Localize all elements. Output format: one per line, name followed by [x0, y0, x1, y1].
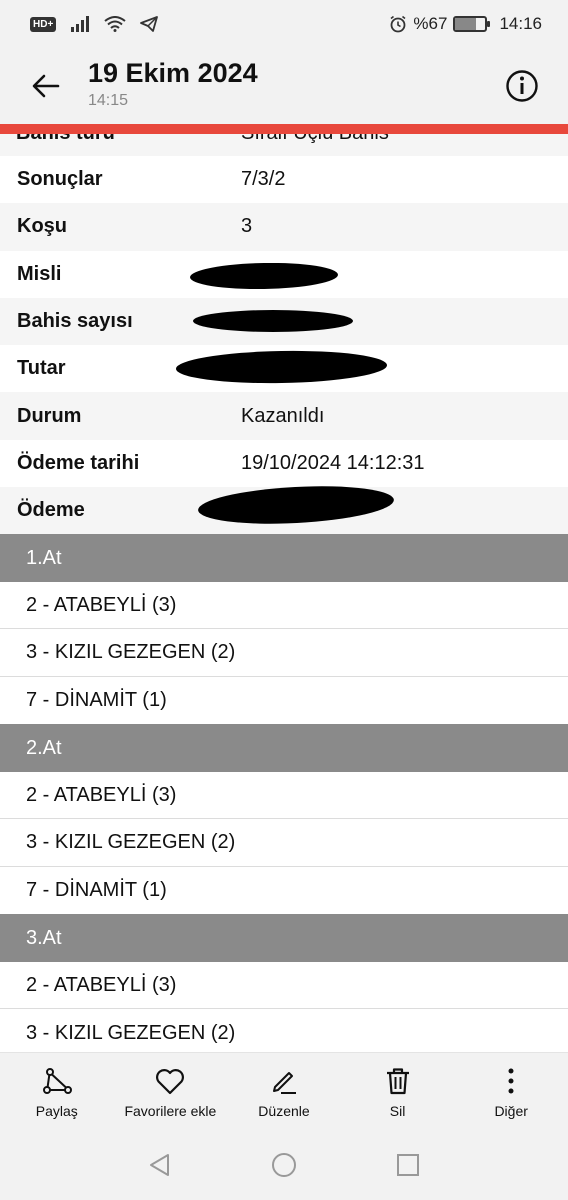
list-item: 3 - KIZIL GEZEGEN (2) — [0, 1009, 568, 1052]
detail-label: Bahis türü — [16, 134, 115, 145]
status-left: HD+ — [30, 16, 159, 32]
redaction-mark — [193, 309, 353, 332]
status-right: %67 14:16 — [389, 14, 542, 34]
detail-value: 7/3/2 — [241, 168, 286, 191]
wifi-icon — [104, 16, 126, 32]
detail-value: 3 — [241, 215, 253, 238]
detail-label: Ödeme tarihi — [17, 451, 140, 474]
list-item: 7 - DİNAMİT (1) — [0, 676, 568, 725]
detail-row-amount: Tutar — [0, 345, 568, 392]
more-button[interactable]: Diğer — [454, 1053, 568, 1130]
share-icon — [42, 1067, 72, 1094]
list-item: 2 - ATABEYLİ (3) — [0, 771, 568, 820]
detail-value: 19/10/2024 14:12:31 — [241, 451, 425, 474]
arrow-left-icon — [32, 74, 60, 98]
detail-label: Sonuçlar — [17, 168, 103, 191]
signal-icon — [71, 16, 90, 32]
trash-icon — [386, 1067, 409, 1094]
page-title: 19 Ekim 2024 — [88, 58, 258, 88]
app-bar: 19 Ekim 2024 14:15 — [0, 48, 568, 124]
heart-icon — [156, 1068, 185, 1094]
nav-home-button[interactable] — [264, 1145, 304, 1185]
detail-row-multiplier: Misli — [0, 251, 568, 298]
details-table: Sonuçlar 7/3/2 Koşu 3 Misli Bahis sayısı… — [0, 156, 568, 535]
detail-row-payment: Ödeme — [0, 481, 568, 535]
alarm-icon — [390, 15, 406, 33]
detail-label: Koşu — [17, 215, 67, 238]
share-button[interactable]: Paylaş — [0, 1053, 114, 1130]
detail-label: Bahis sayısı — [17, 310, 133, 333]
more-label: Diğer — [494, 1102, 528, 1119]
favorite-button[interactable]: Favorilere ekle — [114, 1053, 228, 1130]
action-toolbar: Paylaş Favorilere ekle Düzenle Sil Diğer — [0, 1052, 568, 1130]
info-icon — [506, 70, 538, 102]
detail-row-race: Koşu 3 — [0, 203, 568, 251]
list-item: 3 - KIZIL GEZEGEN (2) — [0, 629, 568, 677]
battery-percent: %67 — [413, 14, 448, 33]
nav-recents-button[interactable] — [388, 1145, 428, 1185]
list-item: 2 - ATABEYLİ (3) — [0, 961, 568, 1010]
pencil-icon — [272, 1071, 296, 1094]
redaction-mark — [175, 349, 388, 386]
list-item: 3 - KIZIL GEZEGEN (2) — [0, 819, 568, 867]
favorite-label: Favorilere ekle — [124, 1102, 217, 1119]
triangle-back-icon — [150, 1154, 169, 1176]
detail-row-payment-date: Ödeme tarihi 19/10/2024 14:12:31 — [0, 440, 568, 487]
detail-row-partial: Bahis türü Sıralı Üçlü Bahis — [0, 134, 568, 156]
detail-row-bet-count: Bahis sayısı — [0, 297, 568, 346]
detail-row-status: Durum Kazanıldı — [0, 392, 568, 440]
share-label: Paylaş — [35, 1102, 78, 1119]
detail-label: Durum — [17, 404, 82, 427]
detail-label: Ödeme — [17, 499, 85, 522]
list-item: 7 - DİNAMİT (1) — [0, 866, 568, 915]
info-button[interactable] — [498, 62, 546, 110]
detail-label: Misli — [17, 262, 62, 285]
system-nav-bar — [0, 1130, 568, 1200]
clock: 14:16 — [499, 14, 542, 33]
edit-label: Düzenle — [258, 1102, 310, 1119]
telegram-icon — [140, 16, 159, 32]
detail-value: Kazanıldı — [241, 404, 325, 427]
list-item: 2 - ATABEYLİ (3) — [0, 581, 568, 630]
nav-back-button[interactable] — [140, 1145, 180, 1185]
redaction-mark — [197, 481, 395, 529]
delete-button[interactable]: Sil — [341, 1053, 455, 1130]
battery-icon — [453, 16, 491, 32]
square-recents-icon — [397, 1154, 419, 1176]
page-subtitle: 14:15 — [88, 92, 129, 109]
accent-divider — [0, 124, 568, 134]
detail-value: Sıralı Üçlü Bahis — [241, 134, 389, 145]
more-vertical-icon — [508, 1068, 514, 1093]
section-header-2: 2.At — [0, 724, 568, 772]
delete-label: Sil — [389, 1102, 406, 1119]
redaction-mark — [189, 261, 339, 290]
back-button[interactable] — [22, 62, 70, 110]
circle-home-icon — [272, 1153, 296, 1177]
battery-level — [455, 18, 476, 30]
detail-row-results: Sonuçlar 7/3/2 — [0, 156, 568, 203]
section-header-1: 1.At — [0, 534, 568, 582]
section-header-3: 3.At — [0, 914, 568, 962]
detail-label: Tutar — [17, 357, 66, 380]
hd-badge: HD+ — [30, 16, 57, 32]
bet-details[interactable]: Bahis türü Sıralı Üçlü Bahis Sonuçlar 7/… — [0, 134, 568, 1052]
status-bar: HD+ %67 14:16 — [0, 0, 568, 48]
edit-button[interactable]: Düzenle — [227, 1053, 341, 1130]
